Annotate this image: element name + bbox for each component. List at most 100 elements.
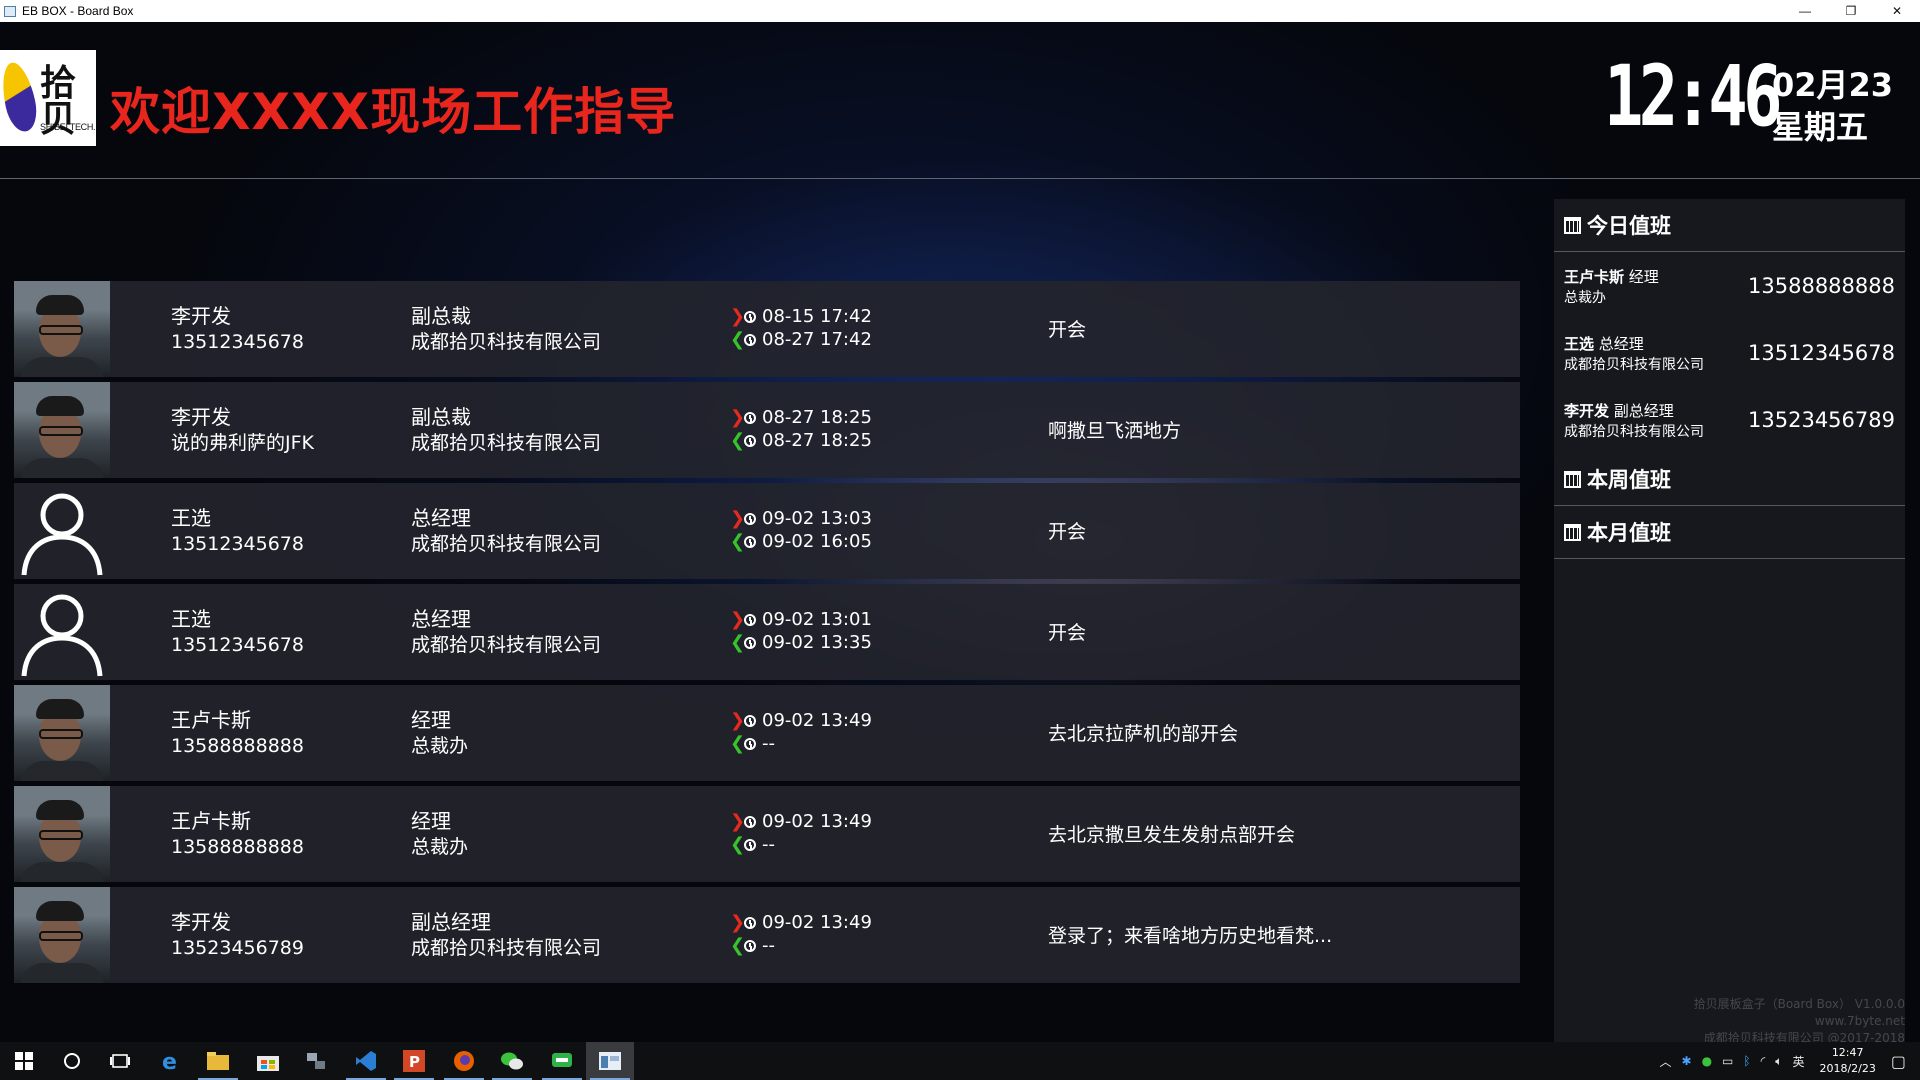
visitor-title: 副总裁 xyxy=(411,304,471,328)
visitor-row[interactable]: 李开发 13512345678 副总裁 成都拾贝科技有限公司 ❯ 08-15 1… xyxy=(14,281,1520,377)
visitor-title: 副总经理 xyxy=(411,910,491,934)
search-circle-icon[interactable] xyxy=(48,1042,96,1080)
time-out: 08-27 17:42 xyxy=(762,329,872,350)
tray-expand-icon[interactable]: ︿ xyxy=(1659,1053,1671,1070)
board-box-icon[interactable] xyxy=(586,1042,634,1080)
time-in: 09-02 13:49 xyxy=(762,811,872,832)
duty-today-list: 王卢卡斯 经理 总裁办 13588888888 王选 总经理 成都拾贝科技有限公… xyxy=(1554,252,1905,453)
visitor-name: 李开发 xyxy=(171,405,231,429)
visitor-company: 成都拾贝科技有限公司 xyxy=(411,533,602,555)
action-center-icon[interactable]: ▢ xyxy=(1891,1052,1906,1071)
window-controls: — ❐ ✕ xyxy=(1782,0,1920,22)
visit-reason: 开会 xyxy=(1048,622,1087,644)
time-out: -- xyxy=(762,935,775,956)
time-in: 08-15 17:42 xyxy=(762,306,872,327)
clock-icon xyxy=(744,512,756,525)
duty-name: 王卢卡斯 xyxy=(1564,268,1625,286)
visitor-name: 李开发 xyxy=(171,304,231,328)
visitor-name-col: 王卢卡斯 13588888888 xyxy=(171,808,304,860)
visitor-name-col: 李开发 说的弗利萨的JFK xyxy=(171,404,314,456)
leave-arrow-icon: ❮ xyxy=(730,632,746,653)
volume-icon[interactable]: 🔈︎ xyxy=(1775,1054,1782,1069)
duty-week-header[interactable]: 本周值班 xyxy=(1554,453,1905,506)
network-tool-icon[interactable] xyxy=(292,1042,340,1080)
logo-leaf-icon xyxy=(0,59,41,135)
leave-arrow-icon: ❮ xyxy=(730,329,746,350)
restore-button[interactable]: ❐ xyxy=(1828,0,1874,22)
clock-icon xyxy=(744,310,756,323)
visitor-contact: 13512345678 xyxy=(171,331,304,353)
clock-icon xyxy=(744,411,756,424)
visitor-photo xyxy=(14,786,110,882)
minimize-button[interactable]: — xyxy=(1782,0,1828,22)
visitor-company: 成都拾贝科技有限公司 xyxy=(411,432,602,454)
duty-item: 李开发 副总经理 成都拾贝科技有限公司 13523456789 xyxy=(1554,386,1905,453)
chat-app-icon[interactable] xyxy=(538,1042,586,1080)
wifi-icon[interactable]: ◜ xyxy=(1761,1054,1766,1068)
battery-icon[interactable]: ▭ xyxy=(1722,1054,1733,1068)
window-titlebar: EB BOX - Board Box — ❐ ✕ xyxy=(0,0,1920,22)
visitor-times: ❯ 08-15 17:42 ❮ 08-27 17:42 xyxy=(730,305,872,351)
duty-phone: 13523456789 xyxy=(1748,408,1895,432)
visitor-row[interactable]: 李开发 13523456789 副总经理 成都拾贝科技有限公司 ❯ 09-02 … xyxy=(14,887,1520,983)
header-divider xyxy=(0,178,1920,179)
tray-clock[interactable]: 12:47 2018/2/23 xyxy=(1819,1045,1875,1077)
visit-reason: 开会 xyxy=(1048,319,1087,341)
visitor-row[interactable]: 王卢卡斯 13588888888 经理 总裁办 ❯ 09-02 13:49 ❮ … xyxy=(14,786,1520,882)
task-view-icon[interactable] xyxy=(96,1042,144,1080)
visitor-photo xyxy=(14,685,110,781)
visit-reason: 登录了；来看啥地方历史地看梵... xyxy=(1048,925,1333,947)
arrive-arrow-icon: ❯ xyxy=(730,306,746,327)
visitor-contact: 13523456789 xyxy=(171,937,304,959)
vscode-icon[interactable] xyxy=(342,1042,390,1080)
visitor-company: 总裁办 xyxy=(411,836,469,858)
duty-phone: 13588888888 xyxy=(1748,274,1895,298)
duty-phone: 13512345678 xyxy=(1748,341,1895,365)
visitor-title: 总经理 xyxy=(411,506,471,530)
visitor-title-col: 总经理 成都拾贝科技有限公司 xyxy=(411,505,601,557)
input-language[interactable]: 英 xyxy=(1792,1053,1804,1070)
store-icon[interactable] xyxy=(244,1042,292,1080)
calendar-icon xyxy=(1564,216,1581,234)
leave-arrow-icon: ❮ xyxy=(730,733,746,754)
default-avatar-icon xyxy=(14,584,110,680)
close-button[interactable]: ✕ xyxy=(1874,0,1920,22)
duty-month-header[interactable]: 本月值班 xyxy=(1554,506,1905,559)
visitor-row[interactable]: 王卢卡斯 13588888888 经理 总裁办 ❯ 09-02 13:49 ❮ … xyxy=(14,685,1520,781)
visitor-row[interactable]: 王选 13512345678 总经理 成都拾贝科技有限公司 ❯ 09-02 13… xyxy=(14,483,1520,579)
arrive-arrow-icon: ❯ xyxy=(730,407,746,428)
website-link[interactable]: www.7byte.net xyxy=(1694,1013,1905,1030)
visitor-photo xyxy=(14,382,110,478)
clock-icon xyxy=(744,434,756,447)
clock-icon xyxy=(744,714,756,727)
duty-dept: 总裁办 xyxy=(1564,290,1606,306)
arrive-arrow-icon: ❯ xyxy=(730,508,746,529)
edge-icon[interactable]: e xyxy=(146,1042,194,1080)
duty-today-header[interactable]: 今日值班 xyxy=(1554,199,1905,252)
visitor-name-col: 王卢卡斯 13588888888 xyxy=(171,707,304,759)
firefox-icon[interactable] xyxy=(440,1042,488,1080)
time-out: 09-02 13:35 xyxy=(762,632,872,653)
tray-time: 12:47 xyxy=(1831,1046,1864,1059)
visitor-row[interactable]: 李开发 说的弗利萨的JFK 副总裁 成都拾贝科技有限公司 ❯ 08-27 18:… xyxy=(14,382,1520,478)
tray-wechat-icon[interactable]: ● xyxy=(1702,1054,1712,1068)
wechat-icon[interactable] xyxy=(488,1042,536,1080)
current-time: 12:46 xyxy=(1604,47,1783,145)
time-in: 09-02 13:03 xyxy=(762,508,872,529)
powerpoint-icon[interactable]: P xyxy=(390,1042,438,1080)
visitor-contact: 13512345678 xyxy=(171,634,304,656)
visitor-row[interactable]: 王选 13512345678 总经理 成都拾贝科技有限公司 ❯ 09-02 13… xyxy=(14,584,1520,680)
clock-icon xyxy=(744,613,756,626)
visitor-contact: 13512345678 xyxy=(171,533,304,555)
arrive-arrow-icon: ❯ xyxy=(730,811,746,832)
bluetooth-icon[interactable]: ᛒ xyxy=(1743,1054,1750,1068)
tray-app-icon[interactable]: ✱ xyxy=(1682,1054,1692,1068)
leave-arrow-icon: ❮ xyxy=(730,430,746,451)
time-in: 09-02 13:01 xyxy=(762,609,872,630)
visitor-company: 总裁办 xyxy=(411,735,469,757)
visitor-title: 经理 xyxy=(411,809,451,833)
windows-start-icon[interactable] xyxy=(0,1042,48,1080)
file-explorer-icon[interactable] xyxy=(194,1042,242,1080)
duty-panel: 今日值班 王卢卡斯 经理 总裁办 13588888888 王选 总经理 成都拾贝… xyxy=(1554,199,1905,1042)
logo-subtext: SHIBEI TECH. xyxy=(40,122,96,132)
